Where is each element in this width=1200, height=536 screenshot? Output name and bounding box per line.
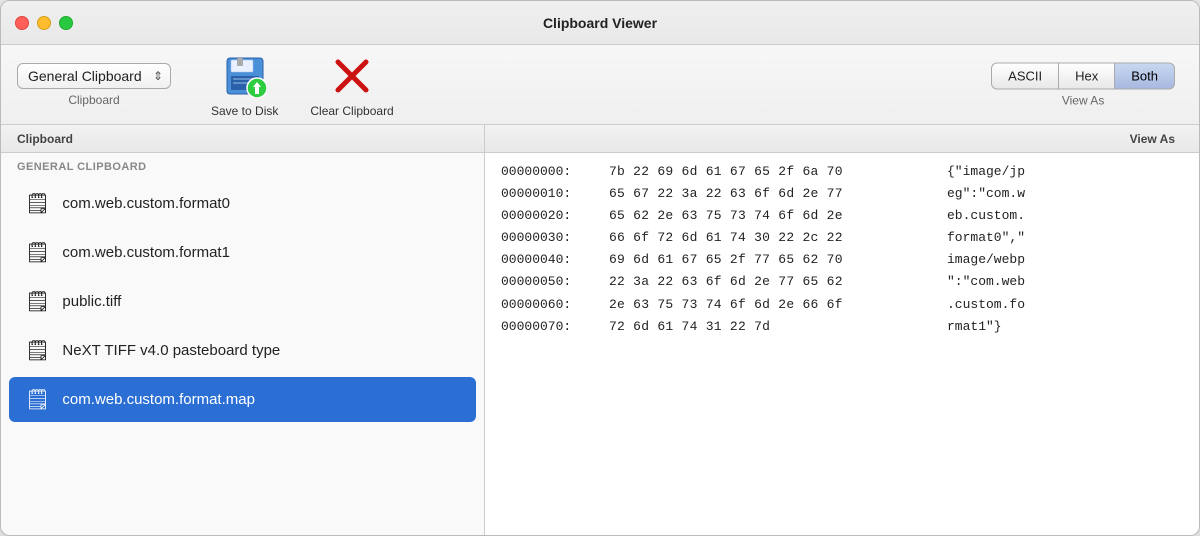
list-item[interactable]: 🗒 com.web.custom.format1 bbox=[9, 230, 476, 275]
view-as-ascii-button[interactable]: ASCII bbox=[991, 62, 1059, 89]
hex-bytes: 69 6d 61 67 65 2f 77 65 62 70 bbox=[609, 249, 939, 271]
save-to-disk-button[interactable]: Save to Disk bbox=[211, 52, 278, 118]
view-as-column-header: View As bbox=[485, 125, 1199, 152]
clipboard-selector-group: General Clipboard ⇕ Clipboard bbox=[17, 63, 171, 107]
hex-offset: 00000030: bbox=[501, 227, 601, 249]
file-icon: 🗒 bbox=[25, 240, 50, 265]
hex-offset: 00000070: bbox=[501, 316, 601, 338]
column-headers: Clipboard View As bbox=[1, 125, 1199, 153]
clipboard-column-header: Clipboard bbox=[1, 125, 485, 152]
file-icon: 🗒 bbox=[25, 387, 50, 412]
titlebar: Clipboard Viewer bbox=[1, 1, 1199, 45]
hex-offset: 00000060: bbox=[501, 294, 601, 316]
hex-bytes: 2e 63 75 73 74 6f 6d 2e 66 6f bbox=[609, 294, 939, 316]
minimize-button[interactable] bbox=[37, 16, 51, 30]
hex-bytes: 66 6f 72 6d 61 74 30 22 2c 22 bbox=[609, 227, 939, 249]
list-item-selected[interactable]: 🗒 com.web.custom.format.map bbox=[9, 377, 476, 422]
file-icon: 🗒 bbox=[25, 338, 50, 363]
left-panel: GENERAL CLIPBOARD 🗒 com.web.custom.forma… bbox=[1, 153, 485, 535]
hex-row: 00000020: 65 62 2e 63 75 73 74 6f 6d 2e eb… bbox=[501, 205, 1183, 227]
main-content: GENERAL CLIPBOARD 🗒 com.web.custom.forma… bbox=[1, 153, 1199, 535]
file-icon: 🗒 bbox=[25, 191, 50, 216]
list-item-label: com.web.custom.format0 bbox=[62, 195, 230, 212]
list-item[interactable]: 🗒 com.web.custom.format0 bbox=[9, 181, 476, 226]
hex-row: 00000070: 72 6d 61 74 31 22 7d rmat1"} bbox=[501, 316, 1183, 338]
list-item[interactable]: 🗒 NeXT TIFF v4.0 pasteboard type bbox=[9, 328, 476, 373]
list-item-label: com.web.custom.format1 bbox=[62, 244, 230, 261]
save-label: Save to Disk bbox=[211, 104, 278, 118]
toolbar-actions: Save to Disk Clear Clipboard bbox=[211, 52, 394, 118]
hex-bytes: 7b 22 69 6d 61 67 65 2f 6a 70 bbox=[609, 161, 939, 183]
clipboard-select[interactable]: General Clipboard bbox=[17, 63, 171, 89]
hex-offset: 00000010: bbox=[501, 183, 601, 205]
close-button[interactable] bbox=[15, 16, 29, 30]
hex-ascii: eb.custom. bbox=[947, 205, 1025, 227]
hex-ascii: .custom.fo bbox=[947, 294, 1025, 316]
hex-row: 00000010: 65 67 22 3a 22 63 6f 6d 2e 77 eg… bbox=[501, 183, 1183, 205]
hex-bytes: 22 3a 22 63 6f 6d 2e 77 65 62 bbox=[609, 271, 939, 293]
section-header: GENERAL CLIPBOARD bbox=[1, 153, 484, 179]
hex-ascii: image/webp bbox=[947, 249, 1025, 271]
list-item[interactable]: 🗒 public.tiff bbox=[9, 279, 476, 324]
list-item-label: public.tiff bbox=[62, 293, 121, 310]
view-as-section: ASCII Hex Both View As bbox=[991, 62, 1175, 107]
view-as-both-button[interactable]: Both bbox=[1115, 62, 1175, 89]
view-as-hex-button[interactable]: Hex bbox=[1059, 62, 1115, 89]
maximize-button[interactable] bbox=[59, 16, 73, 30]
window-title: Clipboard Viewer bbox=[543, 15, 657, 31]
hex-ascii: ":"com.web bbox=[947, 271, 1025, 293]
hex-row: 00000000: 7b 22 69 6d 61 67 65 2f 6a 70 {"… bbox=[501, 161, 1183, 183]
hex-offset: 00000020: bbox=[501, 205, 601, 227]
toolbar: General Clipboard ⇕ Clipboard bbox=[1, 45, 1199, 125]
hex-offset: 00000050: bbox=[501, 271, 601, 293]
right-panel: 00000000: 7b 22 69 6d 61 67 65 2f 6a 70 {"… bbox=[485, 153, 1199, 535]
hex-ascii: eg":"com.w bbox=[947, 183, 1025, 205]
main-window: Clipboard Viewer General Clipboard ⇕ Cli… bbox=[0, 0, 1200, 536]
list-item-label: NeXT TIFF v4.0 pasteboard type bbox=[62, 342, 280, 359]
hex-row: 00000030: 66 6f 72 6d 61 74 30 22 2c 22 fo… bbox=[501, 227, 1183, 249]
save-icon bbox=[221, 52, 269, 100]
clipboard-select-wrap: General Clipboard ⇕ bbox=[17, 63, 171, 89]
view-as-buttons: ASCII Hex Both bbox=[991, 62, 1175, 89]
hex-bytes: 65 67 22 3a 22 63 6f 6d 2e 77 bbox=[609, 183, 939, 205]
hex-ascii: format0"," bbox=[947, 227, 1025, 249]
hex-ascii: rmat1"} bbox=[947, 316, 1002, 338]
hex-offset: 00000040: bbox=[501, 249, 601, 271]
hex-bytes: 72 6d 61 74 31 22 7d bbox=[609, 316, 939, 338]
file-icon: 🗒 bbox=[25, 289, 50, 314]
view-as-label: View As bbox=[1062, 93, 1104, 107]
traffic-lights bbox=[15, 16, 73, 30]
clear-clipboard-button[interactable]: Clear Clipboard bbox=[310, 52, 393, 118]
clear-label: Clear Clipboard bbox=[310, 104, 393, 118]
hex-row: 00000060: 2e 63 75 73 74 6f 6d 2e 66 6f .c… bbox=[501, 294, 1183, 316]
hex-row: 00000040: 69 6d 61 67 65 2f 77 65 62 70 im… bbox=[501, 249, 1183, 271]
clipboard-label: Clipboard bbox=[68, 93, 119, 107]
hex-ascii: {"image/jp bbox=[947, 161, 1025, 183]
hex-bytes: 65 62 2e 63 75 73 74 6f 6d 2e bbox=[609, 205, 939, 227]
clear-icon bbox=[328, 52, 376, 100]
hex-row: 00000050: 22 3a 22 63 6f 6d 2e 77 65 62 ":… bbox=[501, 271, 1183, 293]
list-item-label: com.web.custom.format.map bbox=[62, 391, 255, 408]
hex-offset: 00000000: bbox=[501, 161, 601, 183]
